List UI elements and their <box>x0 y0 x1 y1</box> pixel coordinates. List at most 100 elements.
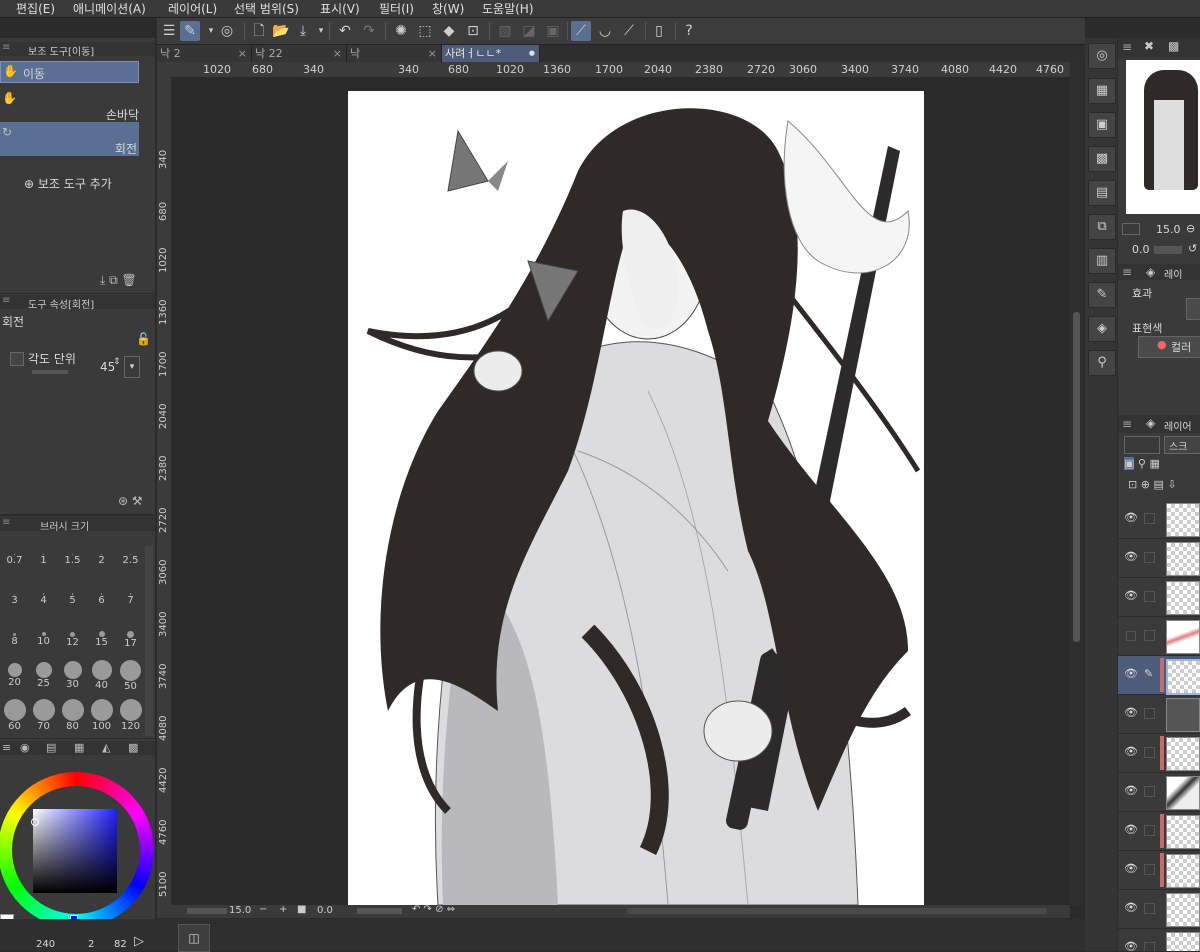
zoom-slider[interactable] <box>187 908 227 914</box>
menu-filter[interactable]: 필터(I) <box>379 0 414 17</box>
folder-icon[interactable]: ▥ <box>1088 248 1116 274</box>
brush-size-cell[interactable]: 1 <box>29 536 58 574</box>
snap-ruler-icon[interactable]: ⟋ <box>571 21 591 41</box>
brush-size-cell[interactable]: 15 <box>87 616 116 654</box>
color-set-tab-icon[interactable]: ▦ <box>74 741 84 754</box>
selection-mask-icon[interactable]: ▣ <box>543 21 563 41</box>
layer-row[interactable]: 👁 <box>1118 578 1200 617</box>
saturation-value-square[interactable] <box>33 809 117 893</box>
eye-icon[interactable]: 👁 <box>1124 512 1138 524</box>
snap-grid-icon[interactable]: ⟋ <box>619 21 639 41</box>
angle-slider[interactable] <box>32 370 68 374</box>
layer-type-select[interactable] <box>1124 436 1160 454</box>
lock-checkbox[interactable] <box>1144 708 1155 719</box>
menu-icon[interactable]: ≡ <box>2 42 10 53</box>
transform-icon[interactable]: ⧉ <box>1088 214 1116 240</box>
clear-icon[interactable]: ⬚ <box>415 21 435 41</box>
menu-icon[interactable]: ≡ <box>2 295 10 306</box>
brush-size-cell[interactable]: 8 <box>0 616 29 654</box>
brush-size-cell[interactable]: 80 <box>58 692 87 732</box>
close-icon[interactable]: × <box>238 45 247 62</box>
layer-row[interactable]: 👁 <box>1118 812 1200 851</box>
angle-slider[interactable] <box>357 908 402 914</box>
effect-button[interactable] <box>1186 298 1200 320</box>
menu-window[interactable]: 창(W) <box>432 0 464 17</box>
eye-icon[interactable]: 👁 <box>1124 824 1138 836</box>
layer-property-icon[interactable]: ▤ <box>1088 180 1116 206</box>
brush-size-cell[interactable]: 2 <box>87 536 116 574</box>
close-icon[interactable]: ✖ <box>1144 39 1154 53</box>
brush-size-cell[interactable]: 12 <box>58 616 87 654</box>
lock-checkbox[interactable] <box>1144 630 1155 641</box>
device-icon[interactable]: ▯ <box>649 21 669 41</box>
help-icon[interactable]: ? <box>679 21 699 41</box>
lock-checkbox[interactable] <box>1144 513 1155 524</box>
brush-size-cell[interactable]: 6 <box>87 576 116 614</box>
menu-help[interactable]: 도움말(H) <box>482 0 534 17</box>
save-icon[interactable]: ⤓ <box>293 21 313 41</box>
lock-checkbox[interactable] <box>1144 747 1155 758</box>
subtool-item-hand[interactable]: ✋ 손바닥 <box>0 87 139 122</box>
brush-size-cell[interactable]: 3 <box>0 576 29 614</box>
eye-icon[interactable]: 👁 <box>1124 551 1138 563</box>
menu-icon[interactable]: ☰ <box>159 21 179 41</box>
angle-unit-checkbox[interactable] <box>10 352 24 366</box>
texture-icon[interactable]: ▩ <box>1088 146 1116 172</box>
brush-size-cell[interactable]: 50 <box>116 652 145 692</box>
figure-icon[interactable]: ⚲ <box>1088 350 1116 376</box>
eye-icon[interactable]: 👁 <box>1124 941 1138 952</box>
lock-icon[interactable]: ▣ <box>1124 457 1135 470</box>
tab-doc-3[interactable]: 낙 × <box>347 45 442 62</box>
lock-checkbox[interactable] <box>1144 591 1155 602</box>
brush-size-cell[interactable]: 120 <box>116 692 145 732</box>
brush-size-cell[interactable]: 100 <box>87 692 116 732</box>
material-icon[interactable]: ▣ <box>1088 112 1116 138</box>
horizontal-scrollbar[interactable] <box>627 908 1047 914</box>
duplicate-icon[interactable]: ⧉ <box>109 273 118 287</box>
menu-icon[interactable]: ≡ <box>1122 417 1132 431</box>
approx-color-tab-icon[interactable]: ▩ <box>128 741 138 754</box>
expression-color-button[interactable]: ● 컬러 <box>1138 336 1200 358</box>
delete-icon[interactable]: 🗑 <box>122 273 137 287</box>
fit-icon[interactable]: ■ <box>297 904 306 915</box>
sub-view-icon[interactable]: ▦ <box>1088 78 1116 104</box>
subtool-item-rotate[interactable]: ↻ 회전 <box>0 122 139 156</box>
snap-special-ruler-icon[interactable]: ◡ <box>595 21 615 41</box>
eye-hidden-icon[interactable] <box>1126 631 1136 641</box>
transform-icon[interactable]: ⊡ <box>463 21 483 41</box>
brush-size-cell[interactable]: 2.5 <box>116 536 145 574</box>
zoom-out-icon[interactable]: ⊖ <box>1186 222 1195 235</box>
chevron-down-icon[interactable]: ▾ <box>124 356 140 378</box>
angle-value[interactable]: 0.0 <box>317 905 333 916</box>
layer-property-tab-icon[interactable]: ◈ <box>1146 265 1155 279</box>
tab-layer[interactable]: 레이어 <box>1164 418 1192 433</box>
eye-icon[interactable]: 👁 <box>1124 590 1138 602</box>
tab-doc-2[interactable]: 낙 22 × <box>252 45 347 62</box>
color-cursor[interactable] <box>31 818 39 826</box>
transfer-icon[interactable]: ⇩ <box>1167 478 1176 491</box>
layer-row[interactable]: 👁 <box>1118 734 1200 773</box>
navigator-preview[interactable] <box>1126 60 1200 214</box>
subtool-item-move[interactable]: ✋ 이동 <box>0 61 139 83</box>
redo-icon[interactable]: ↷ <box>359 21 379 41</box>
menu-icon[interactable]: ≡ <box>2 741 11 754</box>
lock-alpha-icon[interactable]: ▦ <box>1149 457 1159 470</box>
dropdown-icon[interactable]: ▾ <box>311 21 331 41</box>
layer-row[interactable]: 👁 <box>1118 500 1200 539</box>
brush-size-cell[interactable]: 10 <box>29 616 58 654</box>
canvas-tool-icon[interactable]: ✎ <box>180 21 200 41</box>
eye-icon[interactable]: 👁 <box>1124 785 1138 797</box>
intermediate-color-tab-icon[interactable]: ◭ <box>102 741 110 754</box>
edit-icon[interactable]: ✎ <box>1088 282 1116 308</box>
invert-selection-icon[interactable]: ◪ <box>519 21 539 41</box>
new-raster-layer-icon[interactable]: ⊡ <box>1128 478 1137 491</box>
import-icon[interactable]: ⤓ <box>100 273 105 287</box>
menu-edit[interactable]: 편집(E) <box>16 0 55 17</box>
fill-icon[interactable]: ◆ <box>439 21 459 41</box>
tab-doc-1[interactable]: 낙 2 × <box>157 45 252 62</box>
new-folder-icon[interactable]: ▤ <box>1153 478 1163 491</box>
brush-size-cell[interactable]: 7 <box>116 576 145 614</box>
pen-icon[interactable]: ✎ <box>1144 668 1153 679</box>
menu-animation[interactable]: 애니메이션(A) <box>73 0 146 17</box>
eye-icon[interactable]: 👁 <box>1124 707 1138 719</box>
